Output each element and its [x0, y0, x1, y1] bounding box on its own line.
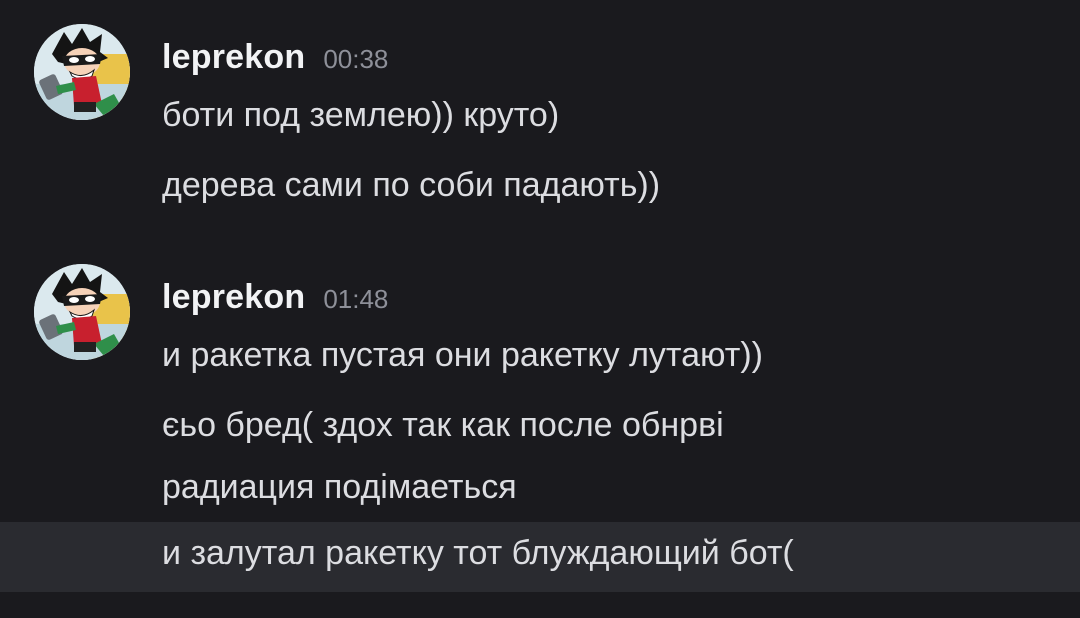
message-text: боти под землею)) круто)	[162, 96, 560, 134]
message-header: leprekon 01:48	[162, 278, 388, 317]
message-line-hovered[interactable]: и залутал ракетку тот блуждающий бот(	[0, 522, 1080, 592]
message-line[interactable]: боти под землею)) круто)	[0, 88, 1080, 150]
timestamp[interactable]: 00:38	[323, 44, 388, 74]
message-line[interactable]: радиация подімаеться	[0, 460, 1080, 522]
timestamp[interactable]: 01:48	[323, 284, 388, 314]
message-text: єьо бред( здох так как после обнрві	[162, 406, 724, 444]
message-line[interactable]: єьо бред( здох так как после обнрві	[0, 398, 1080, 460]
message-header: leprekon 00:38	[162, 38, 388, 77]
username[interactable]: leprekon	[162, 278, 305, 316]
message-line[interactable]: и ракетка пустая они ракетку лутают))	[0, 328, 1080, 390]
message-text: и залутал ракетку тот блуждающий бот(	[162, 534, 794, 572]
message-line[interactable]: дерева сами по соби падають))	[0, 158, 1080, 220]
message-text: дерева сами по соби падають))	[162, 166, 661, 204]
message-text: радиация подімаеться	[162, 468, 517, 506]
username[interactable]: leprekon	[162, 38, 305, 76]
message-text: и ракетка пустая они ракетку лутают))	[162, 336, 763, 374]
